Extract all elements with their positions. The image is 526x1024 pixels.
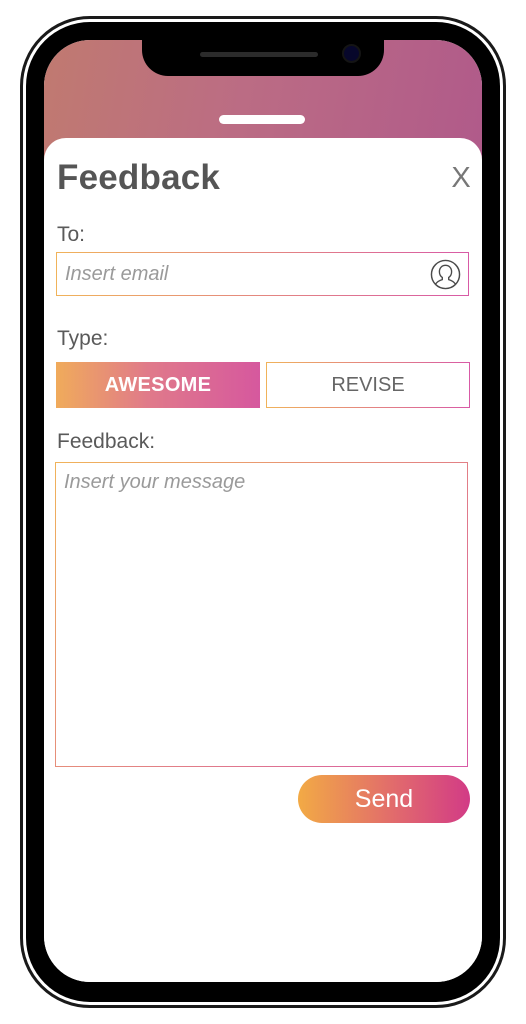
sheet-drag-handle[interactable]	[219, 115, 305, 124]
user-circle-icon[interactable]	[430, 259, 461, 290]
message-field-container	[55, 462, 468, 767]
close-icon: X	[451, 162, 471, 194]
speaker-grille	[200, 52, 318, 57]
front-camera	[342, 44, 361, 63]
phone-screen: Feedback X To: Type: AWESOME REVISE Feed…	[44, 40, 482, 982]
type-label: Type:	[57, 327, 109, 350]
email-field[interactable]	[65, 253, 425, 295]
send-button[interactable]: Send	[298, 775, 470, 823]
message-field[interactable]	[64, 471, 459, 756]
type-option-revise[interactable]: REVISE	[266, 362, 470, 408]
page-title: Feedback	[57, 158, 221, 197]
type-option-awesome[interactable]: AWESOME	[56, 362, 260, 408]
close-button[interactable]: X	[448, 162, 474, 194]
phone-notch	[142, 40, 384, 76]
feedback-label: Feedback:	[57, 430, 156, 453]
to-label: To:	[57, 223, 86, 246]
email-field-container	[56, 252, 469, 296]
feedback-sheet: Feedback X To: Type: AWESOME REVISE Feed…	[44, 138, 482, 982]
